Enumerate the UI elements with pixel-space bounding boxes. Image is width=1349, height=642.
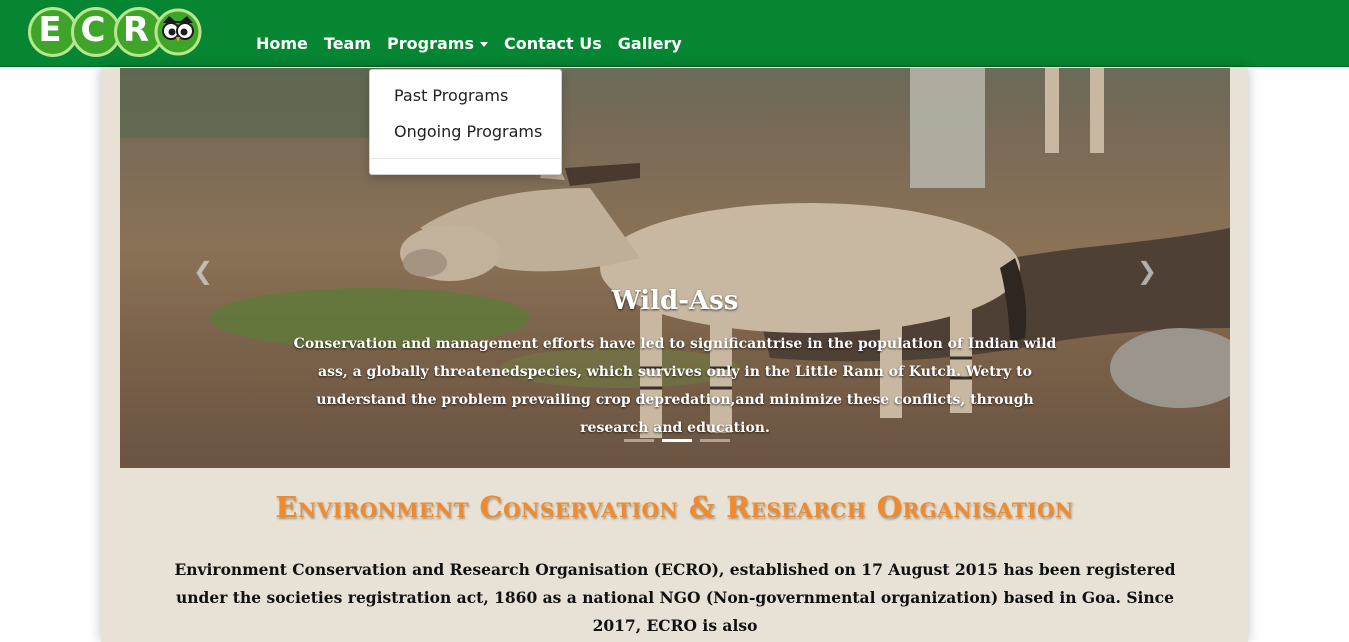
menu-item-past-programs[interactable]: Past Programs <box>370 78 561 114</box>
owl-icon <box>154 8 202 56</box>
carousel-indicator[interactable] <box>700 439 730 442</box>
ecro-logo[interactable]: E C R <box>28 7 203 57</box>
carousel-indicators <box>624 439 730 442</box>
nav-home[interactable]: Home <box>256 34 308 53</box>
nav-programs[interactable]: Programs <box>387 34 488 53</box>
caret-down-icon <box>479 42 488 47</box>
carousel-indicator[interactable] <box>624 439 654 442</box>
programs-dropdown-menu: Past Programs Ongoing Programs <box>369 69 562 175</box>
page-heading: Environment Conservation & Research Orga… <box>275 490 1074 524</box>
chevron-right-icon: ❯ <box>1136 257 1158 285</box>
nav-gallery[interactable]: Gallery <box>618 34 682 53</box>
chevron-left-icon: ❮ <box>192 257 214 285</box>
logo-letter-c: C <box>80 10 106 50</box>
carousel-indicator-active[interactable] <box>662 439 692 442</box>
nav-team[interactable]: Team <box>324 34 371 53</box>
carousel: ❮ ❯ Wild-Ass Conservation and management… <box>120 68 1230 468</box>
dropdown-divider <box>370 158 561 159</box>
carousel-next-button[interactable]: ❯ <box>1132 256 1162 286</box>
navbar: E C R Home Team Programs Contact Us Gall… <box>0 0 1349 67</box>
carousel-text: Conservation and management efforts have… <box>293 336 1057 436</box>
carousel-title: Wild-Ass <box>611 286 739 316</box>
nav-programs-label: Programs <box>387 34 474 53</box>
main-nav: Home Team Programs Contact Us Gallery <box>256 34 698 53</box>
carousel-caption: Wild-Ass Conservation and management eff… <box>280 286 1070 442</box>
nav-contact-us[interactable]: Contact Us <box>504 34 602 53</box>
carousel-prev-button[interactable]: ❮ <box>188 256 218 286</box>
logo-letter-e: E <box>38 10 62 50</box>
logo-letter-r: R <box>122 10 150 50</box>
intro-paragraph: Environment Conservation and Research Or… <box>174 560 1176 635</box>
menu-item-ongoing-programs[interactable]: Ongoing Programs <box>370 114 561 150</box>
